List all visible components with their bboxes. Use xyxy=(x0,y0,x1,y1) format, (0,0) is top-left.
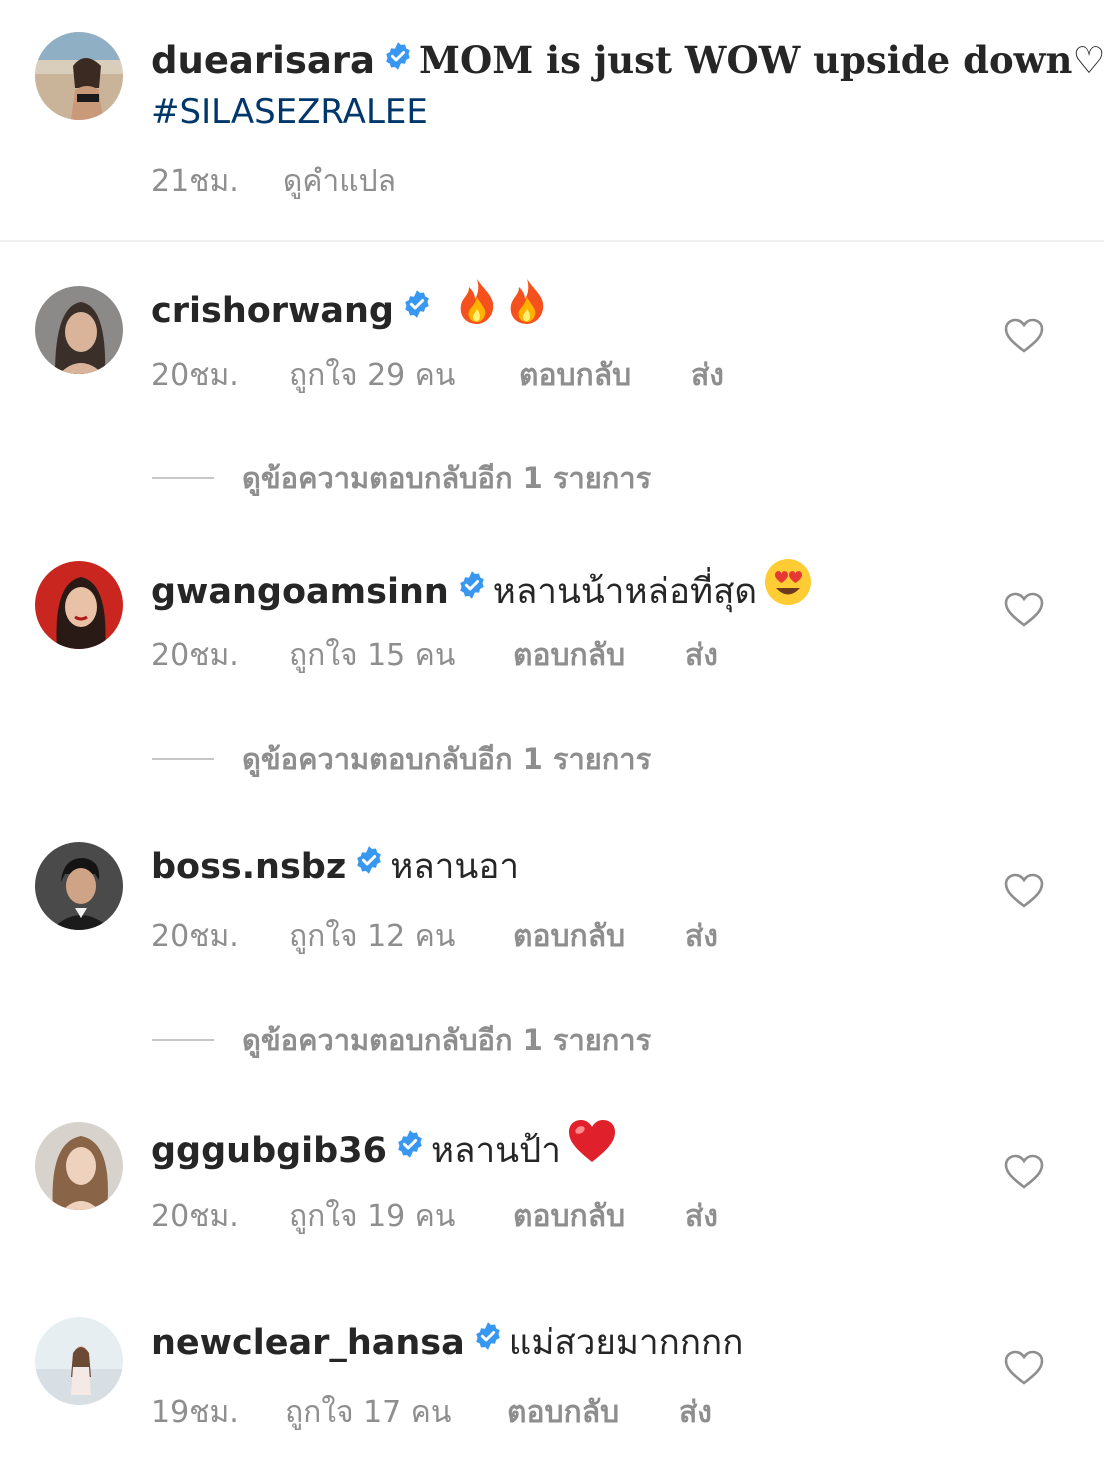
view-replies-link[interactable]: ดูข้อความตอบกลับอีก 1 รายการ xyxy=(152,736,651,782)
caption-time: 21ชม. xyxy=(151,164,239,199)
comment-time: 20ชม. xyxy=(151,919,239,954)
verified-badge-icon xyxy=(354,839,384,889)
see-translation-link[interactable]: ดูคำแปล xyxy=(283,164,396,199)
comment-text: หลานอา xyxy=(390,847,520,887)
avatar[interactable] xyxy=(35,561,123,649)
reply-button[interactable]: ตอบกลับ xyxy=(513,913,685,960)
post-caption: duearisara MOM is just WOW upside down♡ #… xyxy=(151,35,1104,137)
caption-username[interactable]: duearisara xyxy=(151,39,375,82)
likes-count[interactable]: ถูกใจ 17 คน xyxy=(285,1389,507,1436)
verified-badge-icon xyxy=(402,283,432,333)
comment-time: 20ชม. xyxy=(151,1199,239,1234)
comment-header: crishorwang xyxy=(151,279,549,343)
send-button[interactable]: ส่ง xyxy=(685,1193,718,1240)
comment-header: gggubgib36 หลานป้า xyxy=(151,1120,617,1182)
verified-badge-icon xyxy=(457,564,487,614)
comment-meta: 20ชม. ถูกใจ 29 คน ตอบกลับ ส่ง xyxy=(151,352,724,399)
fire-icon xyxy=(455,277,499,339)
view-replies-link[interactable]: ดูข้อความตอบกลับอีก 1 รายการ xyxy=(152,1017,651,1063)
comment-username[interactable]: boss.nsbz xyxy=(151,847,346,887)
caption-hashtag[interactable]: #SILASEZRALEE xyxy=(151,87,1051,137)
comment-header: gwangoamsinn หลานน้าหล่อที่สุด xyxy=(151,559,813,625)
avatar[interactable] xyxy=(35,1317,123,1405)
caption-text: MOM is just WOW upside down♡ xyxy=(419,38,1104,82)
likes-count[interactable]: ถูกใจ 19 คน xyxy=(289,1193,513,1240)
comment-text: หลานน้าหล่อที่สุด xyxy=(492,572,758,612)
view-replies-text[interactable]: ดูข้อความตอบกลับอีก 1 รายการ xyxy=(242,455,651,501)
comment-username[interactable]: gggubgib36 xyxy=(151,1131,387,1171)
avatar[interactable] xyxy=(35,286,123,374)
like-heart-icon[interactable] xyxy=(1004,318,1044,354)
reply-button[interactable]: ตอบกลับ xyxy=(513,632,685,679)
heart-eyes-icon xyxy=(763,557,813,621)
view-replies-text[interactable]: ดูข้อความตอบกลับอีก 1 รายการ xyxy=(242,1017,651,1063)
comment-time: 20ชม. xyxy=(151,638,239,673)
reply-button[interactable]: ตอบกลับ xyxy=(507,1389,679,1436)
verified-badge-icon xyxy=(383,35,413,83)
verified-badge-icon xyxy=(395,1123,425,1173)
comment-meta: 20ชม. ถูกใจ 15 คน ตอบกลับ ส่ง xyxy=(151,632,718,679)
comment-time: 20ชม. xyxy=(151,358,239,393)
send-button[interactable]: ส่ง xyxy=(691,352,724,399)
comment-text: แม่สวยมากกกก xyxy=(508,1323,744,1363)
send-button[interactable]: ส่ง xyxy=(685,913,718,960)
likes-count[interactable]: ถูกใจ 15 คน xyxy=(289,632,513,679)
like-heart-icon[interactable] xyxy=(1004,1154,1044,1190)
verified-badge-icon xyxy=(473,1315,503,1365)
view-replies-link[interactable]: ดูข้อความตอบกลับอีก 1 รายการ xyxy=(152,455,651,501)
divider xyxy=(0,240,1104,242)
likes-count[interactable]: ถูกใจ 12 คน xyxy=(289,913,513,960)
like-heart-icon[interactable] xyxy=(1004,873,1044,909)
replies-rule xyxy=(152,1039,214,1041)
reply-button[interactable]: ตอบกลับ xyxy=(519,352,691,399)
replies-rule xyxy=(152,477,214,479)
like-heart-icon[interactable] xyxy=(1004,592,1044,628)
comment-username[interactable]: gwangoamsinn xyxy=(151,572,449,612)
send-button[interactable]: ส่ง xyxy=(685,632,718,679)
like-heart-icon[interactable] xyxy=(1004,1350,1044,1386)
comment-meta: 20ชม. ถูกใจ 12 คน ตอบกลับ ส่ง xyxy=(151,913,718,960)
replies-rule xyxy=(152,758,214,760)
comment-meta: 19ชม. ถูกใจ 17 คน ตอบกลับ ส่ง xyxy=(151,1389,712,1436)
comment-username[interactable]: newclear_hansa xyxy=(151,1323,465,1363)
comment-username[interactable]: crishorwang xyxy=(151,291,394,331)
comment-header: newclear_hansa แม่สวยมากกกก xyxy=(151,1318,743,1369)
comment-header: boss.nsbz หลานอา xyxy=(151,842,519,893)
avatar[interactable] xyxy=(35,1122,123,1210)
avatar[interactable] xyxy=(35,32,123,120)
send-button[interactable]: ส่ง xyxy=(679,1389,712,1436)
red-heart-icon xyxy=(567,1118,617,1178)
avatar[interactable] xyxy=(35,842,123,930)
likes-count[interactable]: ถูกใจ 29 คน xyxy=(289,352,519,399)
caption-meta: 21ชม. ดูคำแปล xyxy=(151,158,396,205)
reply-button[interactable]: ตอบกลับ xyxy=(513,1193,685,1240)
comment-text: หลานป้า xyxy=(430,1131,561,1171)
fire-icon xyxy=(505,277,549,339)
comment-meta: 20ชม. ถูกใจ 19 คน ตอบกลับ ส่ง xyxy=(151,1193,718,1240)
view-replies-text[interactable]: ดูข้อความตอบกลับอีก 1 รายการ xyxy=(242,736,651,782)
comment-time: 19ชม. xyxy=(151,1395,239,1430)
